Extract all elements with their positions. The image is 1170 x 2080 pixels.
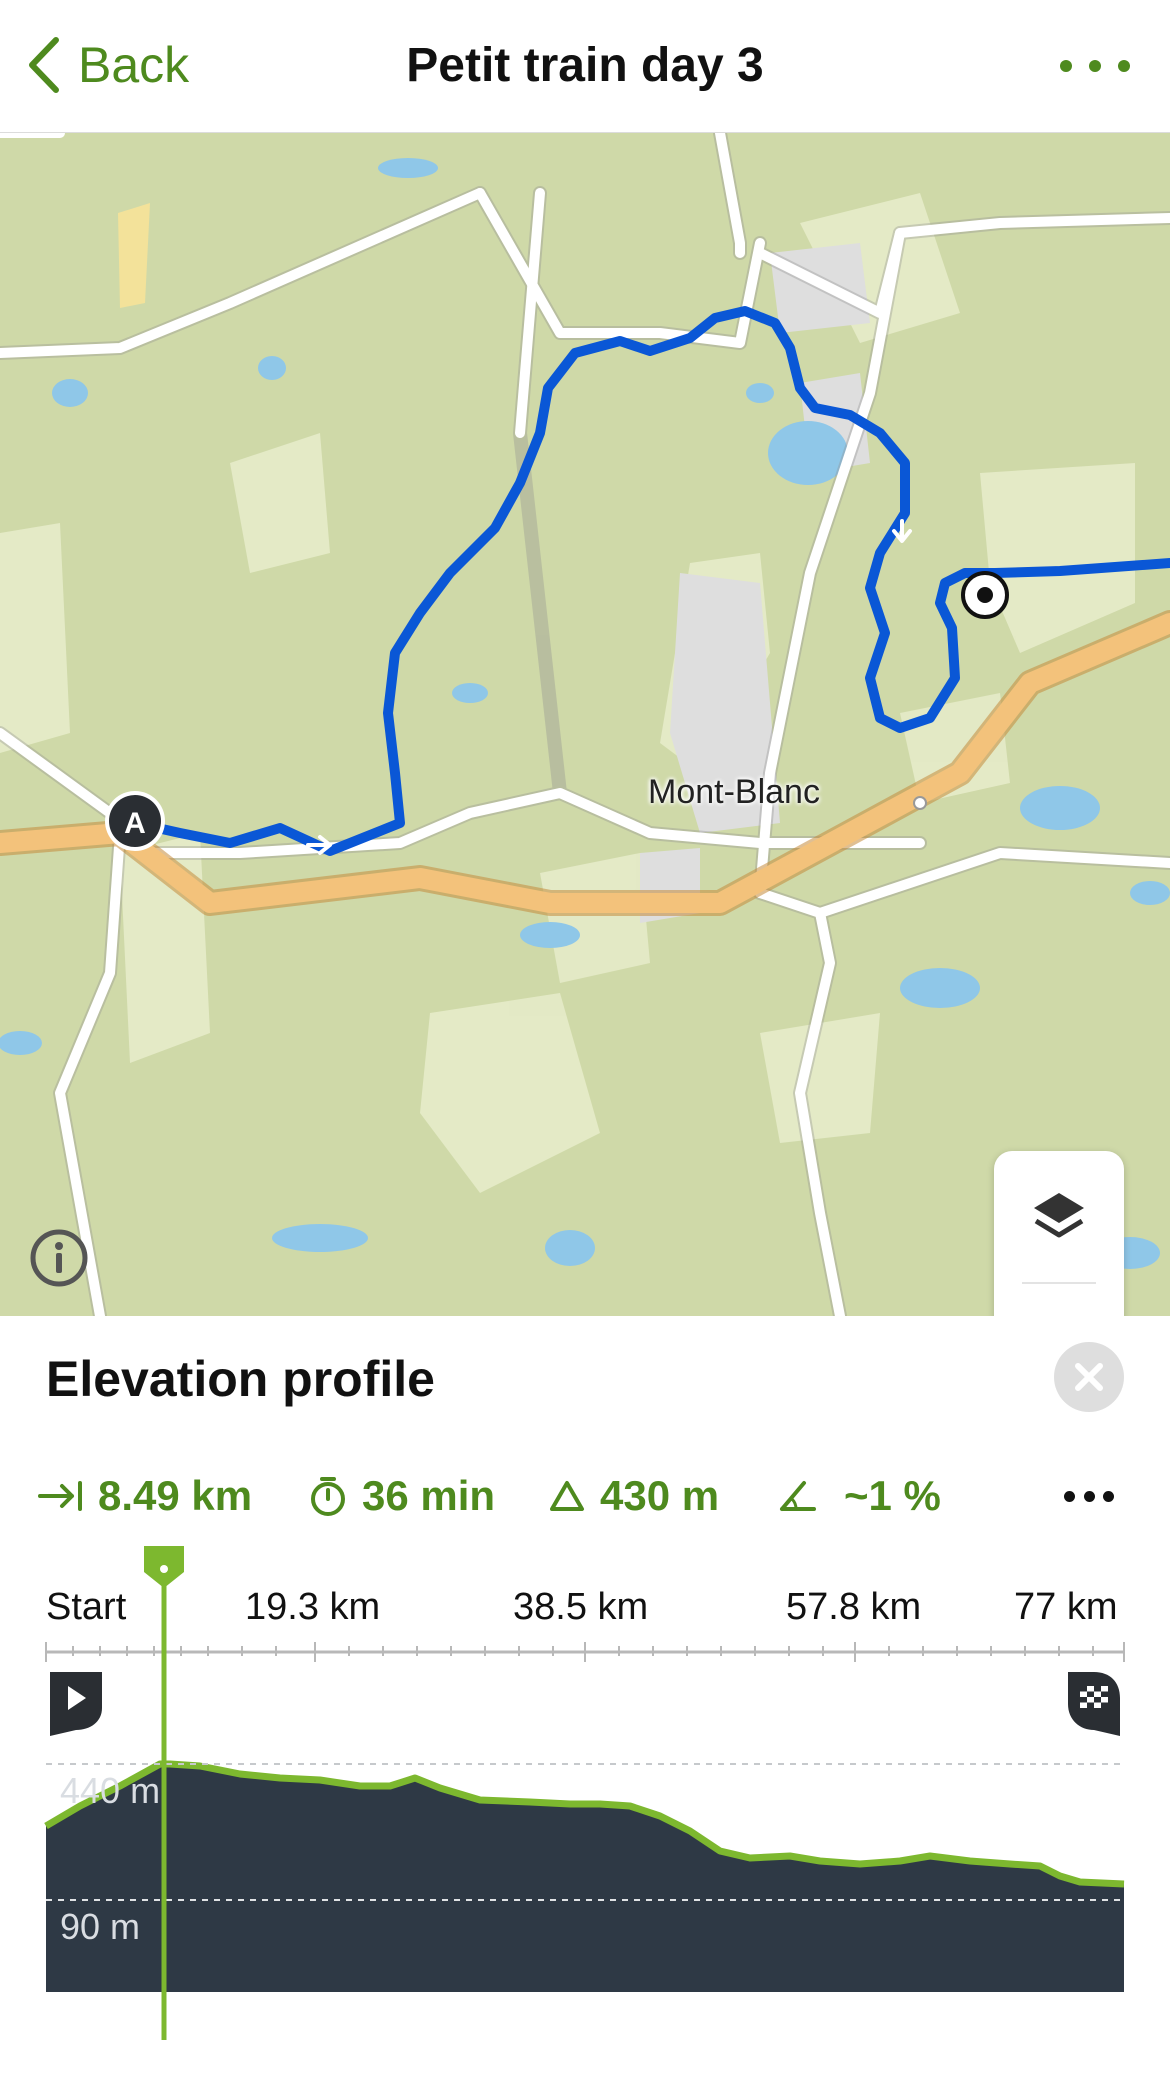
back-button[interactable]: Back [26, 30, 189, 100]
layers-icon [1034, 1193, 1084, 1238]
play-flag-icon [50, 1672, 102, 1736]
place-label: Mont-Blanc [648, 773, 820, 811]
elevation-label-high: 440 m [60, 1770, 161, 1811]
map-info-button[interactable] [28, 1227, 90, 1289]
elevation-label-low: 90 m [60, 1906, 141, 1947]
checkered-flag-icon [1068, 1672, 1120, 1736]
elevation-area [46, 1764, 1124, 1992]
elevation-chart[interactable] [0, 1316, 1170, 2080]
start-flag [46, 1668, 106, 1738]
map-controls [994, 1151, 1124, 1316]
elevation-panel: Elevation profile 8.49 km 36 min 430 m ~… [0, 1316, 1170, 2080]
back-label: Back [78, 37, 190, 93]
finish-flag [1064, 1668, 1124, 1738]
info-icon [30, 1229, 88, 1287]
layers-button[interactable] [1024, 1183, 1094, 1253]
more-options-button[interactable] [1060, 44, 1130, 88]
map-view[interactable]: A Mont-Blanc [0, 133, 1170, 1316]
map-canvas: A [0, 133, 1170, 1316]
chevron-left-icon [29, 37, 59, 93]
nav-bar: Back Petit train day 3 [0, 0, 1170, 133]
ellipsis-icon [1060, 60, 1072, 72]
start-marker-label: A [124, 807, 146, 840]
